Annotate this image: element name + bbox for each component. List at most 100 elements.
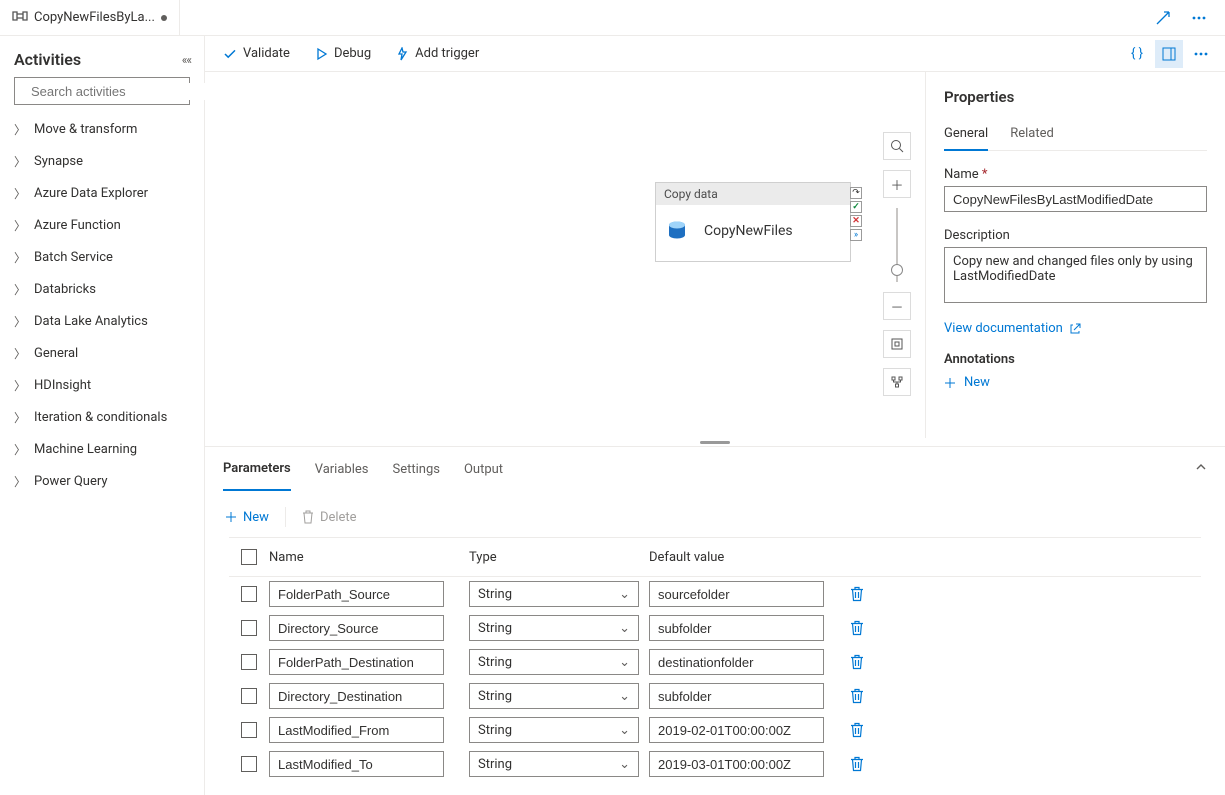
canvas-search-icon[interactable]	[883, 132, 911, 160]
sidebar-item[interactable]: 〉Move & transform	[14, 113, 190, 145]
chevron-right-icon: 〉	[14, 409, 26, 426]
pipeline-name-input[interactable]	[944, 186, 1207, 212]
properties-tab-related[interactable]: Related	[1010, 118, 1054, 150]
row-checkbox[interactable]	[241, 722, 257, 738]
open-tab[interactable]: CopyNewFilesByLa...	[0, 0, 180, 35]
parameter-type-select[interactable]: String⌄	[469, 649, 639, 675]
chevron-down-icon: ⌄	[619, 723, 630, 738]
tab-parameters[interactable]: Parameters	[223, 447, 291, 491]
tab-settings[interactable]: Settings	[392, 447, 439, 491]
fit-to-screen-icon[interactable]	[883, 330, 911, 358]
delete-row-button[interactable]	[849, 586, 889, 602]
sidebar-item[interactable]: 〉Azure Data Explorer	[14, 177, 190, 209]
parameter-default-input[interactable]	[649, 751, 824, 777]
sidebar-item[interactable]: 〉Data Lake Analytics	[14, 305, 190, 337]
parameter-default-input[interactable]	[649, 717, 824, 743]
chevron-right-icon: 〉	[14, 249, 26, 266]
zoom-in-icon[interactable]: ＋	[883, 170, 911, 198]
zoom-slider[interactable]	[896, 208, 898, 282]
parameter-name-input[interactable]	[269, 717, 444, 743]
add-trigger-button[interactable]: Add trigger	[387, 40, 487, 68]
parameter-default-input[interactable]	[649, 615, 824, 641]
port-failure-icon[interactable]: ✕	[850, 215, 862, 227]
view-documentation-link[interactable]: View documentation	[944, 321, 1081, 336]
parameter-name-input[interactable]	[269, 683, 444, 709]
sidebar-item[interactable]: 〉Synapse	[14, 145, 190, 177]
zoom-toolbar: ＋ －	[883, 132, 911, 396]
validate-button[interactable]: Validate	[215, 40, 298, 68]
external-link-icon	[1069, 323, 1081, 335]
port-success-icon[interactable]: ✓	[850, 201, 862, 213]
json-view-icon[interactable]: { }	[1123, 40, 1151, 68]
sidebar-item[interactable]: 〉Power Query	[14, 465, 190, 497]
sidebar-item[interactable]: 〉 Azure Function	[14, 209, 190, 241]
delete-row-button[interactable]	[849, 722, 889, 738]
row-checkbox[interactable]	[241, 620, 257, 636]
parameter-name-input[interactable]	[269, 581, 444, 607]
more-icon[interactable]	[1185, 4, 1213, 32]
parameter-type-select[interactable]: String⌄	[469, 615, 639, 641]
pipeline-canvas[interactable]: Copy data CopyNewFiles ↷ ✓ ✕ »	[205, 72, 925, 438]
row-checkbox[interactable]	[241, 586, 257, 602]
collapse-sidebar-icon[interactable]: « «	[182, 53, 190, 67]
delete-row-button[interactable]	[849, 756, 889, 772]
tab-output[interactable]: Output	[464, 447, 503, 491]
parameter-default-input[interactable]	[649, 649, 824, 675]
panel-resize-grip[interactable]	[205, 438, 1225, 446]
chevron-right-icon: 〉	[14, 185, 26, 202]
new-parameter-button[interactable]: New	[225, 510, 269, 525]
parameter-type-select[interactable]: String⌄	[469, 751, 639, 777]
parameter-row: String⌄	[229, 679, 1201, 713]
search-input[interactable]	[29, 83, 209, 100]
row-checkbox[interactable]	[241, 756, 257, 772]
debug-button[interactable]: Debug	[306, 40, 379, 68]
sidebar-item[interactable]: 〉General	[14, 337, 190, 369]
chevron-right-icon: 〉	[14, 313, 26, 330]
sidebar-item[interactable]: 〉Databricks	[14, 273, 190, 305]
parameters-header: Name Type Default value	[229, 537, 1201, 577]
pipeline-description-input[interactable]	[944, 247, 1207, 303]
sidebar-item[interactable]: 〉Machine Learning	[14, 433, 190, 465]
annotations-label: Annotations	[944, 352, 1207, 367]
delete-row-button[interactable]	[849, 688, 889, 704]
delete-parameter-button[interactable]: Delete	[302, 510, 357, 525]
parameter-name-input[interactable]	[269, 751, 444, 777]
row-checkbox[interactable]	[241, 688, 257, 704]
parameter-row: String⌄	[229, 747, 1201, 781]
search-activities[interactable]	[14, 77, 190, 105]
select-all-checkbox[interactable]	[241, 549, 257, 565]
zoom-out-icon[interactable]: －	[883, 292, 911, 320]
sidebar-item-label: Azure Function	[34, 218, 121, 233]
port-default-icon[interactable]: ↷	[850, 187, 862, 199]
sidebar-item[interactable]: 〉HDInsight	[14, 369, 190, 401]
collapse-details-icon[interactable]	[1195, 461, 1207, 477]
sidebar-item[interactable]: 〉Batch Service	[14, 241, 190, 273]
validate-label: Validate	[243, 46, 290, 61]
delete-row-button[interactable]	[849, 620, 889, 636]
parameter-default-input[interactable]	[649, 683, 824, 709]
properties-toggle-icon[interactable]	[1155, 40, 1183, 68]
tab-variables[interactable]: Variables	[315, 447, 369, 491]
zoom-thumb[interactable]	[891, 264, 903, 276]
parameter-name-input[interactable]	[269, 649, 444, 675]
toolbar-more-icon[interactable]	[1187, 40, 1215, 68]
parameter-name-input[interactable]	[269, 615, 444, 641]
delete-row-button[interactable]	[849, 654, 889, 670]
expand-icon[interactable]	[1149, 4, 1177, 32]
sidebar-item-label: Databricks	[34, 282, 96, 297]
parameter-type-select[interactable]: String⌄	[469, 683, 639, 709]
parameter-default-input[interactable]	[649, 581, 824, 607]
row-checkbox[interactable]	[241, 654, 257, 670]
properties-tab-general[interactable]: General	[944, 118, 988, 151]
activity-name: CopyNewFiles	[704, 223, 793, 239]
auto-layout-icon[interactable]	[883, 368, 911, 396]
port-skip-icon[interactable]: »	[850, 229, 862, 241]
chevron-right-icon: 〉	[14, 217, 26, 234]
sidebar-item-label: Machine Learning	[34, 442, 137, 457]
parameter-type-select[interactable]: String⌄	[469, 581, 639, 607]
new-annotation-button[interactable]: New	[944, 375, 1207, 390]
new-parameter-label: New	[243, 510, 269, 525]
sidebar-item[interactable]: 〉Iteration & conditionals	[14, 401, 190, 433]
parameter-type-select[interactable]: String⌄	[469, 717, 639, 743]
activity-node[interactable]: Copy data CopyNewFiles ↷ ✓ ✕ »	[655, 182, 851, 262]
